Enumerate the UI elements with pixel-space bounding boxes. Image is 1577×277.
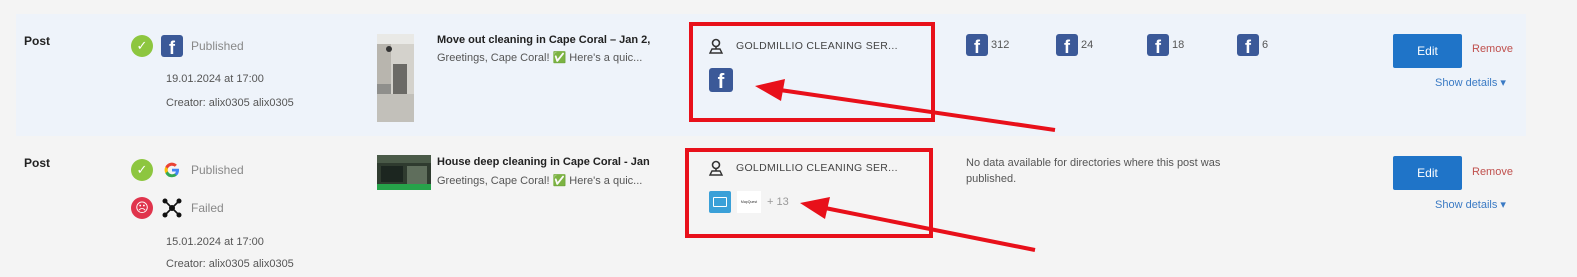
arrow-head xyxy=(755,79,785,101)
arrow-head xyxy=(800,197,830,219)
annotation-arrows xyxy=(755,79,1056,252)
arrow-line xyxy=(779,88,1056,132)
arrow-line xyxy=(824,206,1036,252)
